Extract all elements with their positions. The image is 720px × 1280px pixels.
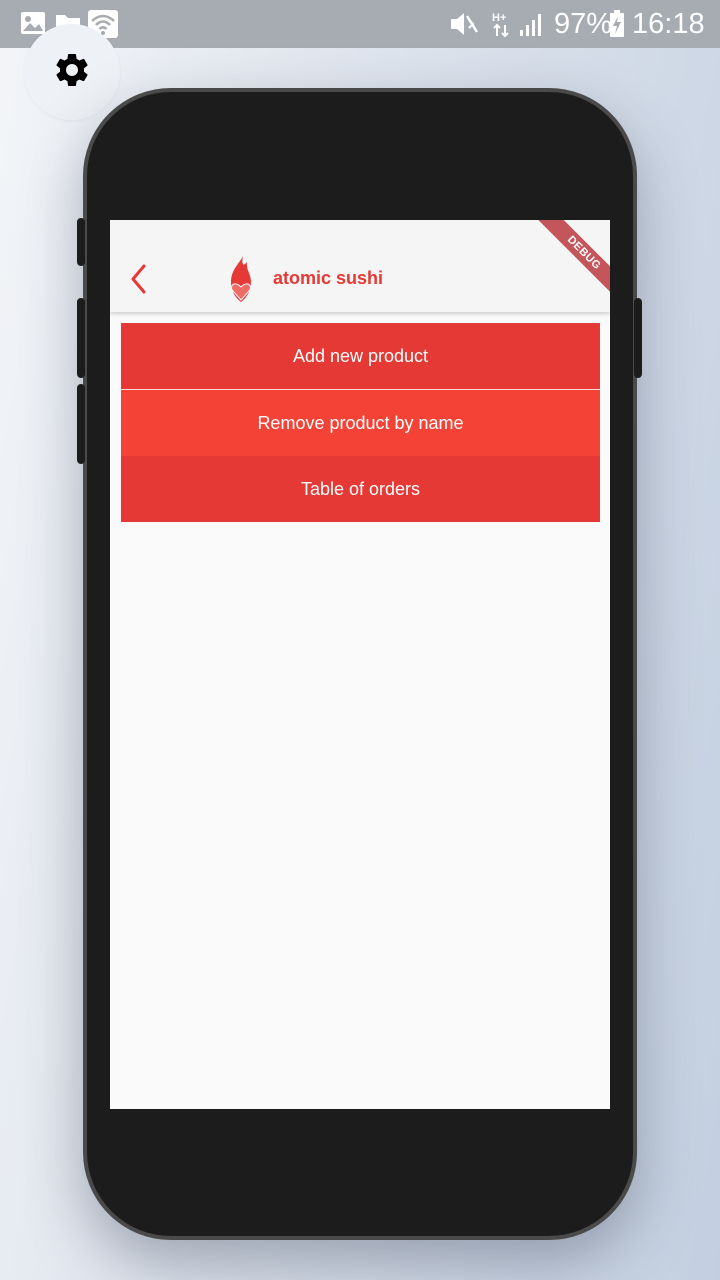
settings-button[interactable]	[24, 24, 120, 120]
app-title: atomic sushi	[273, 268, 384, 288]
battery-percent: 97%	[554, 8, 613, 40]
phone-volume-up-button	[77, 298, 85, 378]
phone-power-button	[634, 298, 642, 378]
add-new-product-button[interactable]: Add new product	[121, 323, 600, 389]
admin-menu: Add new product Remove product by name T…	[121, 323, 600, 522]
table-of-orders-button[interactable]: Table of orders	[121, 456, 600, 522]
svg-text:H+: H+	[492, 12, 506, 24]
remove-product-button[interactable]: Remove product by name	[121, 389, 600, 456]
battery-charging-icon	[609, 10, 625, 43]
app-bar: atomic sushi	[110, 220, 610, 312]
signal-icon	[519, 10, 547, 43]
clock: 16:18	[632, 8, 705, 40]
vibrate-icon	[449, 10, 479, 43]
back-button[interactable]	[124, 260, 156, 298]
chevron-left-icon	[131, 264, 146, 294]
phone-volume-down-button	[77, 384, 85, 464]
hplus-data-icon: H+	[491, 10, 513, 43]
flame-heart-icon	[226, 254, 256, 309]
gear-icon	[56, 53, 88, 86]
phone-side-button	[77, 218, 85, 266]
app-screen: atomic sushi DEBUG Add new product Remov…	[110, 220, 610, 1109]
